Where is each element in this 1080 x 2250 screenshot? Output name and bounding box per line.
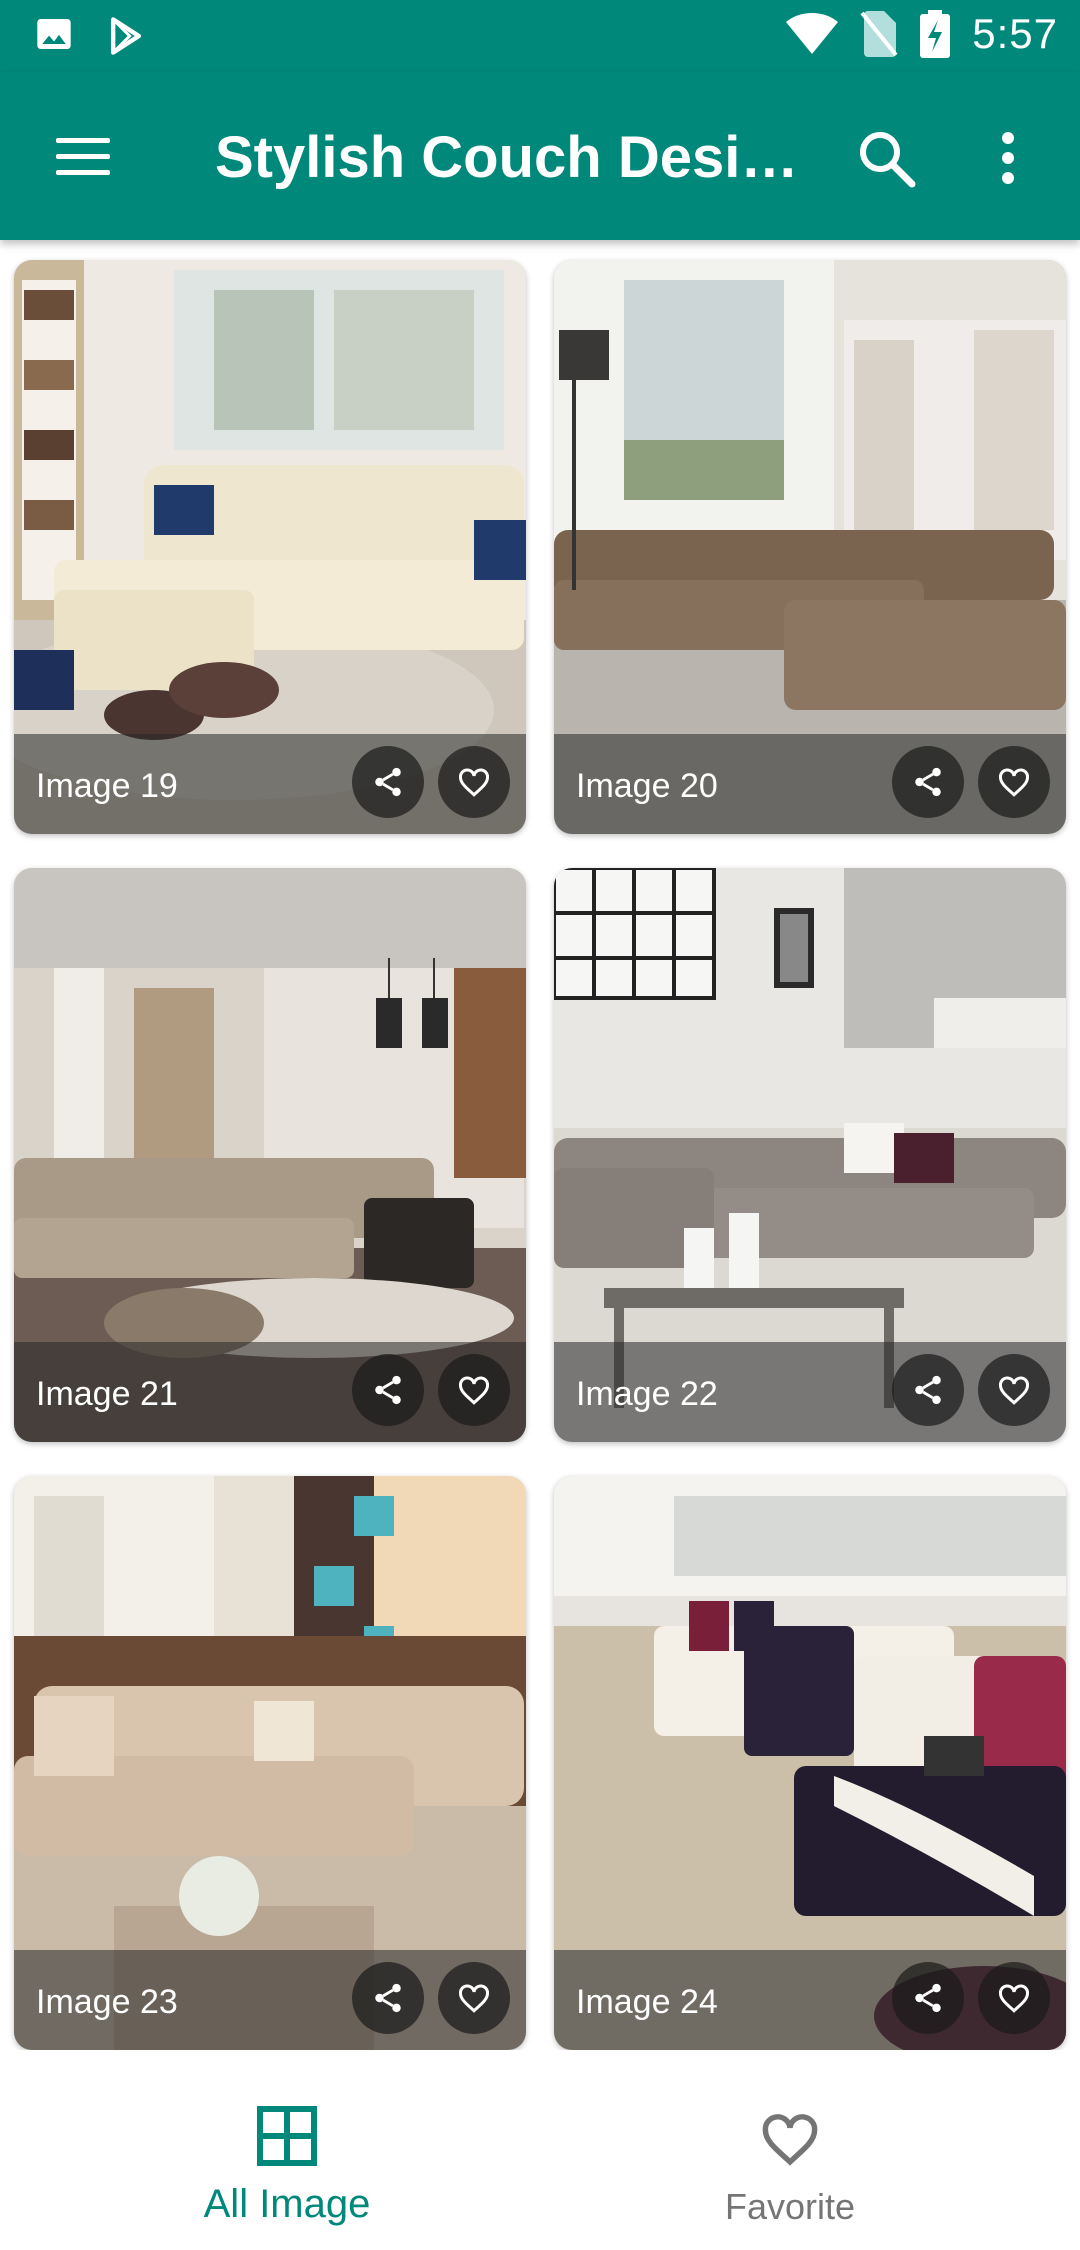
favorite-button[interactable] (978, 1354, 1050, 1426)
bottom-navigation: All Image Favorite (0, 2050, 1080, 2250)
share-button[interactable] (892, 746, 964, 818)
favorite-button[interactable] (978, 746, 1050, 818)
nav-favorite-label: Favorite (724, 2186, 856, 2227)
heart-outline-icon (762, 2114, 818, 2166)
share-button[interactable] (352, 746, 424, 818)
image-card[interactable]: Image 22 (554, 868, 1066, 1442)
wifi-icon (786, 12, 839, 56)
image-caption: Image 24 (576, 1983, 718, 2021)
favorite-button[interactable] (438, 1354, 510, 1426)
menu-icon (56, 138, 110, 175)
share-button[interactable] (352, 1354, 424, 1426)
battery-charging-icon (920, 10, 951, 58)
status-time: 5:57 (972, 10, 1058, 57)
heart-outline-icon (458, 1376, 490, 1405)
no-sim-icon (860, 11, 898, 57)
nav-favorite[interactable]: Favorite (520, 2050, 1060, 2250)
share-icon (915, 1983, 941, 2013)
share-button[interactable] (352, 1962, 424, 2034)
image-card[interactable]: Image 20 (554, 260, 1066, 834)
page-title: Stylish Couch Desig... (215, 125, 815, 190)
app-bar: Stylish Couch Desig... (0, 72, 1080, 240)
play-store-icon (104, 14, 148, 58)
share-button[interactable] (892, 1962, 964, 2034)
favorite-button[interactable] (978, 1962, 1050, 2034)
heart-outline-icon (998, 1984, 1030, 2013)
image-caption: Image 19 (36, 767, 178, 805)
image-card[interactable]: Image 21 (14, 868, 526, 1442)
more-vert-icon (1002, 132, 1014, 184)
share-icon (375, 767, 401, 797)
status-bar: 5:57 (0, 0, 1080, 72)
image-caption: Image 21 (36, 1375, 178, 1413)
app-root: 5:57 Stylish Couch Desig... Image 19 Ima… (0, 0, 1080, 2250)
favorite-button[interactable] (438, 746, 510, 818)
share-icon (915, 1375, 941, 1405)
share-icon (915, 767, 941, 797)
image-caption: Image 22 (576, 1375, 718, 1413)
heart-outline-icon (998, 768, 1030, 797)
share-icon (375, 1983, 401, 2013)
nav-all-image[interactable]: All Image (17, 2050, 557, 2250)
search-button[interactable] (850, 120, 926, 196)
image-card[interactable]: Image 24 (554, 1476, 1066, 2050)
image-icon (34, 14, 74, 58)
more-options-button[interactable] (985, 120, 1031, 196)
image-card[interactable]: Image 19 (14, 260, 526, 834)
heart-outline-icon (458, 1984, 490, 2013)
heart-outline-icon (458, 768, 490, 797)
heart-outline-icon (998, 1376, 1030, 1405)
image-caption: Image 23 (36, 1983, 178, 2021)
share-icon (375, 1375, 401, 1405)
grid-icon (257, 2106, 317, 2166)
menu-button[interactable] (50, 126, 116, 186)
share-button[interactable] (892, 1354, 964, 1426)
search-icon (860, 132, 916, 188)
image-caption: Image 20 (576, 767, 718, 805)
nav-all-image-label: All Image (203, 2182, 371, 2226)
image-grid: Image 19 Image 20 Image 21 Image 22 Imag… (0, 240, 1080, 2050)
image-card[interactable]: Image 23 (14, 1476, 526, 2050)
favorite-button[interactable] (438, 1962, 510, 2034)
